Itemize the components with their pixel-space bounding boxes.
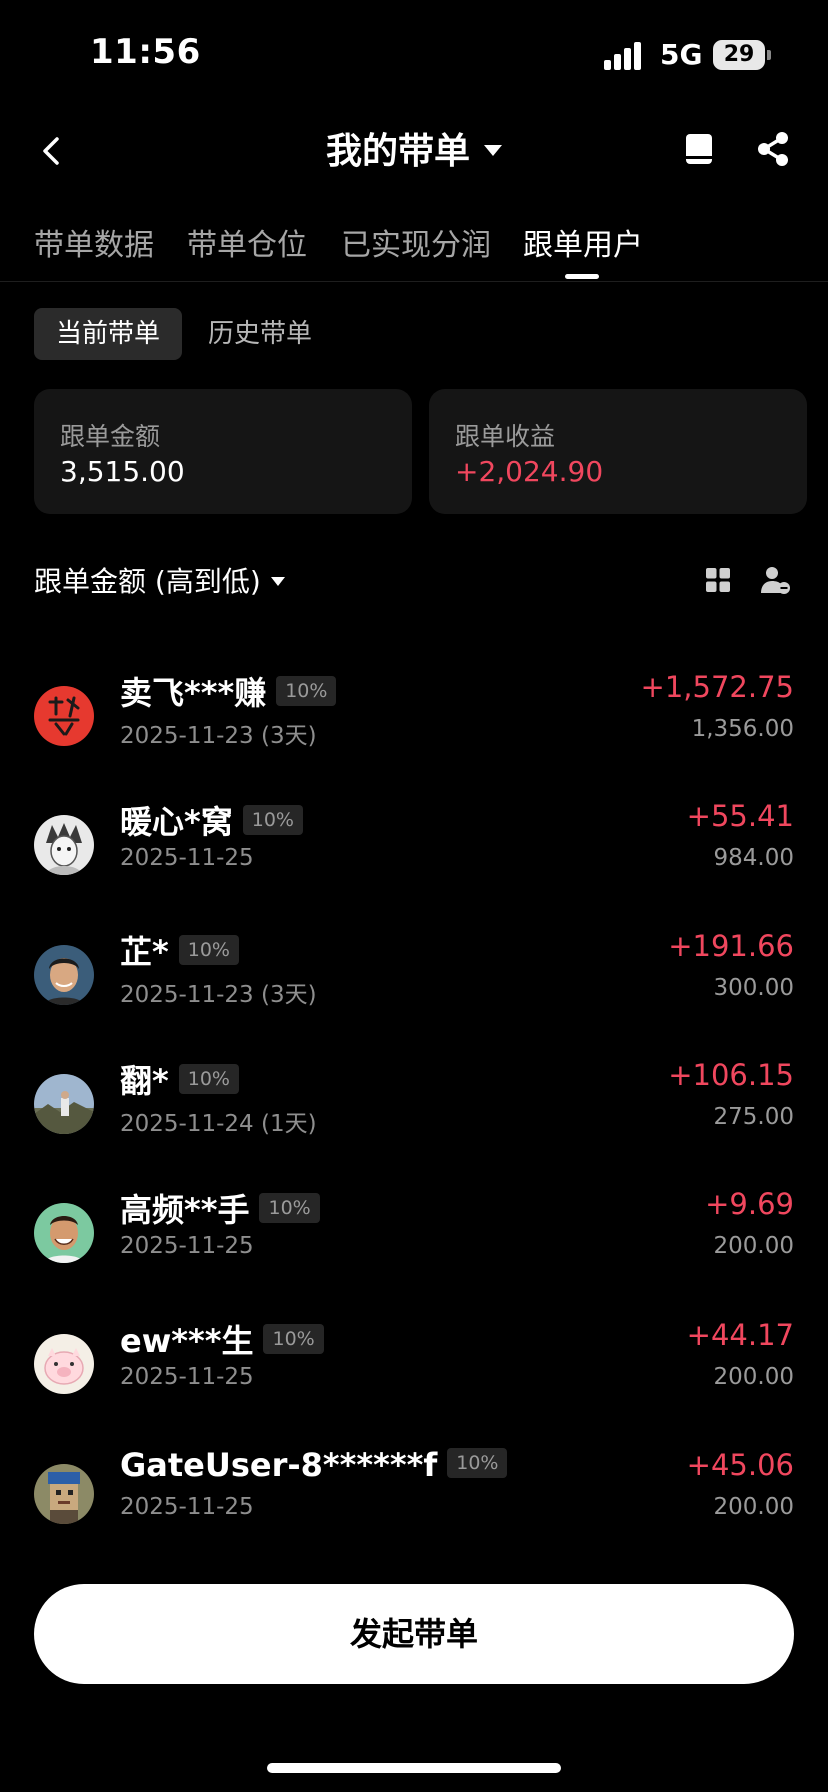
active-tab-indicator (565, 274, 599, 279)
screen: 11:56 5G 29 我的带单 带单数据 带单仓位 已实现分润 跟单用户 当前… (0, 0, 828, 1792)
follow-date: 2025-11-25 (120, 1233, 254, 1259)
landscape-avatar-icon (34, 1074, 94, 1134)
follower-row[interactable]: 暖心*窝 10% 2025-11-25 +55.41 984.00 (0, 793, 828, 893)
signal-icon (604, 42, 646, 70)
avatar (34, 686, 94, 746)
sort-label: 跟单金额 (高到低) (34, 565, 261, 598)
status-bar: 11:56 5G 29 (0, 0, 828, 110)
follow-date: 2025-11-25 (120, 1364, 254, 1390)
follower-row[interactable]: 芷* 10% 2025-11-23 (3天) +191.66 300.00 (0, 923, 828, 1023)
share-ratio-badge: 10% (447, 1448, 508, 1478)
follower-profit: +55.41 (686, 799, 794, 833)
avatar (34, 945, 94, 1005)
avatar (34, 1074, 94, 1134)
follower-row[interactable]: 卖飞***赚 10% 2025-11-23 (3天) +1,572.75 1,35… (0, 664, 828, 764)
follower-amount: 300.00 (713, 975, 794, 1001)
nav-bar: 我的带单 (0, 110, 828, 190)
guide-button[interactable] (676, 126, 722, 172)
smiling-man-avatar-icon (34, 1203, 94, 1263)
page-title: 我的带单 (325, 131, 470, 172)
tab-followers[interactable]: 跟单用户 (523, 220, 643, 264)
follower-name: 卖飞***赚 10% (120, 668, 337, 714)
follower-amount: 200.00 (713, 1494, 794, 1520)
network-type: 5G (660, 38, 703, 71)
subtab-history[interactable]: 历史带单 (186, 308, 334, 360)
grid-view-button[interactable] (700, 562, 736, 598)
anime-sketch-avatar-icon (34, 815, 94, 875)
home-indicator[interactable] (267, 1763, 561, 1773)
portrait-avatar-icon (34, 945, 94, 1005)
follow-date: 2025-11-25 (120, 845, 254, 871)
caret-down-icon (484, 144, 502, 156)
follower-name: 高频**手 10% (120, 1185, 320, 1231)
follower-profit: +106.15 (668, 1058, 794, 1092)
tab-lead-data[interactable]: 带单数据 (34, 220, 154, 264)
follow-date: 2025-11-23 (3天) (120, 723, 317, 749)
follow-date: 2025-11-24 (1天) (120, 1111, 317, 1137)
sort-dropdown[interactable]: 跟单金额 (高到低) (34, 560, 285, 600)
share-icon (758, 132, 788, 166)
follower-amount: 1,356.00 (691, 716, 794, 742)
follower-profit: +44.17 (686, 1318, 794, 1352)
follower-row[interactable]: 高频**手 10% 2025-11-25 +9.69 200.00 (0, 1181, 828, 1281)
follow-profit-card: 跟单收益 +2,024.90 (429, 389, 807, 514)
tab-lead-positions[interactable]: 带单仓位 (187, 220, 307, 264)
follower-amount: 275.00 (713, 1104, 794, 1130)
follow-date: 2025-11-25 (120, 1494, 254, 1520)
follower-amount: 200.00 (713, 1364, 794, 1390)
share-ratio-badge: 10% (276, 676, 337, 706)
book-icon (686, 134, 712, 164)
start-lead-trading-button[interactable]: 发起带单 (34, 1584, 794, 1684)
grid-icon (706, 568, 730, 592)
follower-amount: 984.00 (713, 845, 794, 871)
follow-profit-value: +2,024.90 (455, 455, 604, 488)
follower-name: GateUser-8******f 10% (120, 1446, 508, 1484)
follow-profit-label: 跟单收益 (455, 422, 556, 451)
follower-row[interactable]: ew***生 10% 2025-11-25 +44.17 200.00 (0, 1312, 828, 1412)
avatar (34, 815, 94, 875)
follower-row[interactable]: 翻* 10% 2025-11-24 (1天) +106.15 275.00 (0, 1052, 828, 1152)
share-ratio-badge: 10% (259, 1193, 320, 1223)
follower-name: 暖心*窝 10% (120, 797, 303, 843)
follower-profit: +191.66 (668, 929, 794, 963)
follower-profit: +45.06 (686, 1448, 794, 1482)
share-ratio-badge: 10% (178, 1064, 239, 1094)
remove-follower-button[interactable] (756, 560, 796, 600)
follow-amount-card: 跟单金额 3,515.00 (34, 389, 412, 514)
calligraphy-red-avatar-icon (34, 686, 94, 746)
avatar (34, 1334, 94, 1394)
follower-row[interactable]: GateUser-8******f 10% 2025-11-25 +45.06 2… (0, 1442, 828, 1542)
subtab-current[interactable]: 当前带单 (34, 308, 183, 360)
follower-profit: +1,572.75 (640, 670, 794, 704)
follower-profit: +9.69 (705, 1187, 794, 1221)
avatar (34, 1203, 94, 1263)
follow-amount-label: 跟单金额 (60, 422, 161, 451)
cartoon-pig-avatar-icon (34, 1334, 94, 1394)
share-button[interactable] (750, 126, 796, 172)
tab-bar: 带单数据 带单仓位 已实现分润 跟单用户 (0, 210, 828, 282)
pixel-punk-avatar-icon (34, 1464, 94, 1524)
follower-name: 翻* 10% (120, 1056, 239, 1102)
follower-name: 芷* 10% (120, 927, 239, 973)
share-ratio-badge: 10% (178, 935, 239, 965)
follow-amount-value: 3,515.00 (60, 455, 185, 488)
caret-down-icon (270, 576, 285, 586)
tab-realized-profit-share[interactable]: 已实现分润 (341, 220, 491, 264)
follower-name: ew***生 10% (120, 1316, 324, 1362)
avatar (34, 1464, 94, 1524)
follower-amount: 200.00 (713, 1233, 794, 1259)
battery-tip (767, 50, 771, 60)
share-ratio-badge: 10% (263, 1324, 324, 1354)
battery-icon: 29 (713, 40, 765, 70)
status-time: 11:56 (90, 32, 201, 72)
follow-date: 2025-11-23 (3天) (120, 982, 317, 1008)
user-remove-icon (761, 567, 790, 594)
share-ratio-badge: 10% (242, 805, 303, 835)
